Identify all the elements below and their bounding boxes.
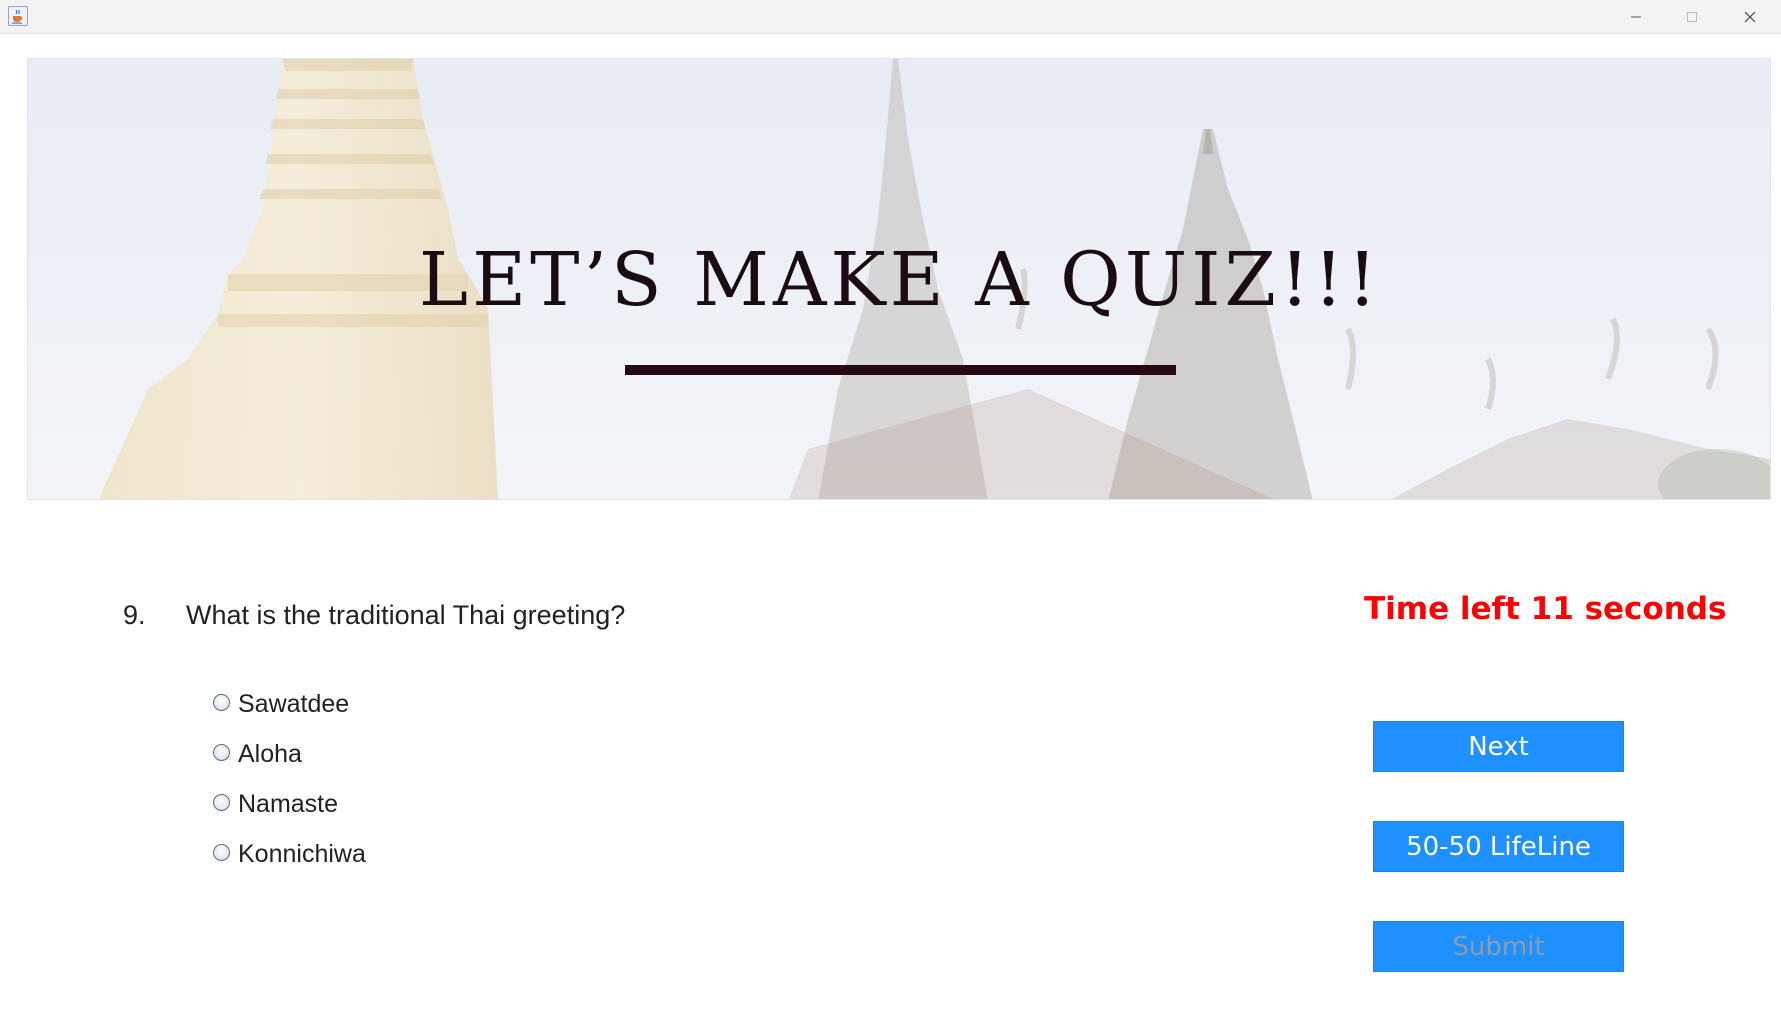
quiz-title: LET’S MAKE A QUIZ!!! — [418, 237, 1382, 323]
close-button[interactable] — [1722, 0, 1778, 34]
question-number: 9. — [123, 600, 146, 630]
lifeline-button[interactable]: 50-50 LifeLine — [1373, 821, 1624, 872]
option-label: Namaste — [238, 789, 339, 818]
radio-button[interactable] — [213, 744, 230, 761]
window-titlebar — [0, 0, 1781, 34]
question-text: What is the traditional Thai greeting? — [186, 600, 626, 630]
header-banner: LET’S MAKE A QUIZ!!! — [27, 58, 1771, 500]
radio-button[interactable] — [213, 694, 230, 711]
maximize-button[interactable] — [1664, 0, 1720, 34]
minimize-icon — [1631, 16, 1641, 18]
option-sawatdee[interactable]: Sawatdee — [213, 689, 349, 719]
java-cup-icon[interactable] — [8, 6, 28, 26]
option-konnichiwa[interactable]: Konnichiwa — [213, 839, 366, 869]
option-label: Aloha — [238, 739, 302, 768]
minimize-button[interactable] — [1608, 0, 1664, 34]
close-icon — [1744, 11, 1756, 23]
option-namaste[interactable]: Namaste — [213, 789, 338, 819]
title-underline — [625, 365, 1176, 375]
next-button[interactable]: Next — [1373, 721, 1624, 772]
option-label: Konnichiwa — [238, 839, 366, 868]
maximize-icon — [1687, 12, 1697, 22]
radio-button[interactable] — [213, 844, 230, 861]
option-label: Sawatdee — [238, 689, 350, 718]
radio-button[interactable] — [213, 794, 230, 811]
option-aloha[interactable]: Aloha — [213, 739, 302, 769]
countdown-timer: Time left 11 seconds — [1364, 591, 1727, 627]
submit-button[interactable]: Submit — [1373, 921, 1624, 972]
